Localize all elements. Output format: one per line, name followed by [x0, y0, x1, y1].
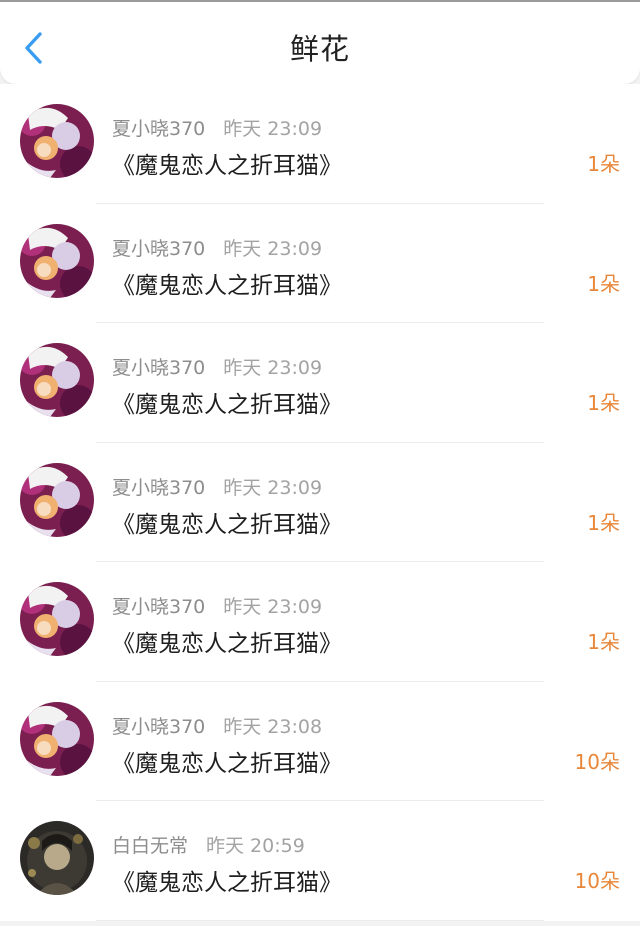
row-divider — [96, 919, 544, 921]
meta-line: 夏小晓370 昨天 23:08 — [112, 712, 322, 739]
timestamp: 昨天 20:59 — [206, 835, 305, 857]
status-divider — [0, 0, 640, 2]
timestamp: 昨天 23:09 — [223, 596, 323, 618]
timestamp: 昨天 23:09 — [223, 118, 323, 140]
flower-count: 10朵 — [574, 869, 620, 893]
avatar-image — [20, 462, 94, 537]
flower-count: 1朵 — [587, 152, 620, 176]
book-title[interactable]: 《魔鬼恋人之折耳猫》 — [112, 266, 342, 300]
avatar-image — [20, 701, 94, 776]
flower-count: 10朵 — [574, 749, 620, 774]
flower-count: 1朵 — [587, 271, 620, 296]
flower-list: 夏小晓370 昨天 23:09 《魔鬼恋人之折耳猫》 1朵 夏小晓370 昨天 23… — [0, 84, 640, 921]
list-item[interactable]: 夏小晓370 昨天 23:08 《魔鬼恋人之折耳猫》 10朵 — [0, 682, 640, 801]
page-title: 鲜花 — [289, 32, 350, 66]
flower-count: 1朵 — [587, 630, 620, 654]
user-avatar[interactable] — [20, 462, 94, 537]
username[interactable]: 夏小晓370 — [112, 477, 205, 499]
user-avatar[interactable] — [20, 343, 94, 417]
meta-line: 夏小晓370 昨天 23:09 — [112, 473, 322, 500]
book-title[interactable]: 《魔鬼恋人之折耳猫》 — [112, 624, 342, 658]
avatar-image — [20, 582, 94, 656]
timestamp: 昨天 23:09 — [223, 357, 323, 379]
avatar-image — [20, 821, 94, 895]
user-avatar[interactable] — [20, 821, 94, 895]
username[interactable]: 白白无常 — [112, 835, 188, 857]
username[interactable]: 夏小晓370 — [112, 238, 205, 260]
list-item[interactable]: 夏小晓370 昨天 23:09 《魔鬼恋人之折耳猫》 1朵 — [0, 443, 640, 562]
user-avatar[interactable] — [20, 582, 94, 656]
flower-count: 1朵 — [587, 391, 620, 415]
meta-line: 夏小晓370 昨天 23:09 — [112, 353, 322, 380]
book-title[interactable]: 《魔鬼恋人之折耳猫》 — [112, 505, 342, 539]
timestamp: 昨天 23:09 — [223, 476, 323, 499]
username[interactable]: 夏小晓370 — [112, 716, 205, 738]
user-avatar[interactable] — [20, 223, 94, 298]
meta-line: 夏小晓370 昨天 23:09 — [112, 114, 322, 141]
user-avatar[interactable] — [20, 701, 94, 776]
user-avatar[interactable] — [20, 104, 94, 178]
list-item[interactable]: 夏小晓370 昨天 23:09 《魔鬼恋人之折耳猫》 1朵 — [0, 323, 640, 443]
book-title[interactable]: 《魔鬼恋人之折耳猫》 — [112, 863, 342, 897]
list-item[interactable]: 夏小晓370 昨天 23:09 《魔鬼恋人之折耳猫》 1朵 — [0, 562, 640, 682]
book-title[interactable]: 《魔鬼恋人之折耳猫》 — [112, 744, 342, 778]
meta-line: 夏小晓370 昨天 23:09 — [112, 592, 322, 619]
username[interactable]: 夏小晓370 — [112, 357, 205, 379]
avatar-image — [20, 343, 94, 417]
avatar-image — [20, 223, 94, 298]
book-title[interactable]: 《魔鬼恋人之折耳猫》 — [112, 385, 342, 419]
username[interactable]: 夏小晓370 — [112, 118, 205, 140]
meta-line: 白白无常 昨天 20:59 — [112, 831, 305, 858]
username[interactable]: 夏小晓370 — [112, 596, 205, 618]
timestamp: 昨天 23:09 — [223, 237, 323, 260]
avatar-image — [20, 104, 94, 178]
timestamp: 昨天 23:08 — [223, 715, 323, 738]
list-item[interactable]: 白白无常 昨天 20:59 《魔鬼恋人之折耳猫》 10朵 — [0, 801, 640, 921]
meta-line: 夏小晓370 昨天 23:09 — [112, 234, 322, 261]
list-item[interactable]: 夏小晓370 昨天 23:09 《魔鬼恋人之折耳猫》 1朵 — [0, 204, 640, 323]
book-title[interactable]: 《魔鬼恋人之折耳猫》 — [112, 146, 342, 180]
flower-count: 1朵 — [587, 510, 620, 535]
top-bar: 鲜花 — [0, 0, 640, 84]
list-item[interactable]: 夏小晓370 昨天 23:09 《魔鬼恋人之折耳猫》 1朵 — [0, 84, 640, 204]
